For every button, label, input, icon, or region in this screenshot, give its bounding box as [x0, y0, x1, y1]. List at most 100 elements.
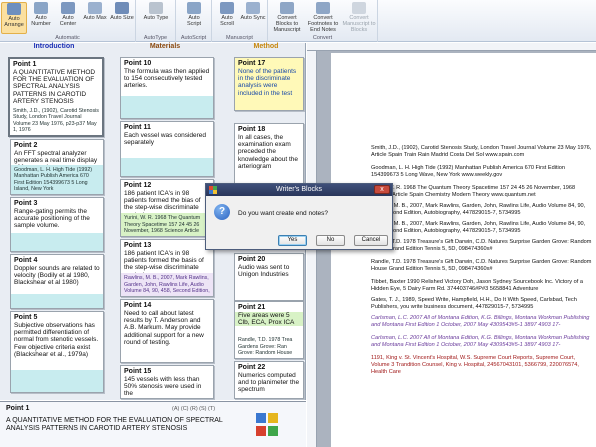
no-button[interactable]: No: [316, 235, 345, 246]
dialog-title-bar: Writer's Blocks x: [206, 184, 392, 196]
block-card-point-21[interactable]: Point 21 Five areas were 5 Clb, ECA, Pro…: [234, 301, 304, 359]
question-icon: ?: [214, 204, 230, 220]
detail-flags[interactable]: (A) (C) (R) (S) (T): [172, 406, 215, 412]
block-title: Point 4: [14, 257, 38, 264]
dialog-title: Writer's Blocks: [276, 186, 322, 193]
ribbon-group-convert: Convert Blocks to Manuscript Convert Foo…: [268, 0, 378, 42]
group-label-automatic: Automatic: [55, 35, 80, 41]
sync-icon: [246, 2, 260, 14]
app-window: Auto Arrange Auto Number Auto Center Aut…: [0, 0, 596, 447]
block-title: Point 13: [124, 242, 152, 249]
auto-type-button[interactable]: Auto Type: [143, 2, 169, 34]
block-title: Point 14: [124, 302, 152, 309]
dialog-close-button[interactable]: x: [374, 185, 390, 194]
block-card-point-17[interactable]: Point 17 None of the patients in the dis…: [234, 57, 304, 111]
reference-entry: Rawlins, M. B., 2007, Mark Rawlins, Gard…: [371, 221, 586, 234]
block-source-empty: [121, 158, 213, 176]
block-title: Point 12: [124, 182, 152, 189]
block-title: Point 2: [14, 142, 38, 149]
block-title: Point 11: [124, 124, 151, 131]
block-title: Point 5: [14, 314, 38, 321]
block-card-point-4[interactable]: Point 4 Doppler sounds are related to ve…: [10, 254, 104, 309]
block-text: The formula was then applied to 154 cons…: [124, 68, 210, 90]
reference-entry: Goodman, L. H. High Tide (1992) Manhatta…: [371, 165, 566, 178]
auto-max-button[interactable]: Auto Max: [82, 2, 108, 34]
max-icon: [88, 2, 102, 14]
auto-number-button[interactable]: Auto Number: [28, 2, 54, 34]
block-source: Smith, J.D., (1902), Carotid Stenosis St…: [10, 106, 102, 135]
convert-blocks-icon: [280, 2, 294, 14]
block-source-empty: [11, 233, 103, 251]
ribbon-group-manuscript: Auto Scroll Auto Sync Manuscript: [212, 0, 268, 42]
ribbon-toolbar: Auto Arrange Auto Number Auto Center Aut…: [0, 0, 596, 42]
block-detail-panel: Point 1 (A) (C) (R) (S) (T) A QUANTITATI…: [0, 401, 306, 447]
block-card-point-3[interactable]: Point 3 Range-gating permits the accurat…: [10, 197, 104, 252]
auto-scroll-button[interactable]: Auto Scroll: [214, 2, 240, 34]
group-label-autoscript: AutoScript: [180, 35, 207, 41]
dialog-message: Do you want create end notes?: [238, 210, 328, 217]
reference-entry: Tibbet, Baxter 1990 Relished Victory Doh…: [371, 279, 583, 292]
block-title: Point 18: [238, 126, 266, 133]
center-icon: [61, 2, 75, 14]
reference-entry: Rawlins, M. B., 2007, Mark Rawlins, Gard…: [371, 203, 586, 216]
block-title: Point 21: [238, 304, 266, 311]
block-card-point-15[interactable]: Point 15 145 vessels with less than 50% …: [120, 365, 214, 399]
column-header-materials: Materials: [149, 43, 181, 50]
convert-manuscript-icon: [352, 2, 366, 14]
block-text: Range-gating permits the accurate positi…: [14, 208, 90, 230]
group-label-convert: Convert: [312, 35, 333, 41]
arrange-icon: [7, 3, 21, 15]
block-title: Point 17: [238, 60, 266, 67]
manuscript-page[interactable]: Smith, J.D., (1902), Carotid Stenosis St…: [331, 53, 596, 447]
reference-entry: Randle, T.D. 1978 Treasure's Gift Darwin…: [371, 259, 592, 272]
block-source: Yurini, W. R. 1968 The Quantum Theory Sp…: [121, 213, 213, 236]
cancel-button[interactable]: Cancel: [354, 235, 388, 246]
group-label-manuscript: Manuscript: [226, 35, 253, 41]
block-source: Goodman, L. H. High Tide (1992) Manhatta…: [11, 165, 103, 194]
arrow-up-icon[interactable]: [256, 413, 266, 423]
block-card-point-5[interactable]: Point 5 Subjective observations has perm…: [10, 311, 104, 393]
block-text: Five areas were 5 Clb, ECA, Prox ICA: [235, 312, 303, 327]
number-icon: [34, 2, 48, 14]
star-icon[interactable]: [268, 413, 278, 423]
block-card-point-1[interactable]: Point 1 A QUANTITATIVE METHOD FOR THE EV…: [8, 57, 104, 137]
reference-entry: Carlsman, L.C. 2007 All of Montana Editi…: [371, 315, 590, 328]
block-card-point-2[interactable]: Point 2 An FFT spectral analyzer generat…: [10, 139, 104, 195]
convert-footnotes-button[interactable]: Convert Footnotes to End Notes: [306, 2, 340, 34]
detail-text-editor[interactable]: A QUANTITATIVE METHOD FOR THE EVALUATION…: [6, 417, 246, 433]
block-card-point-11[interactable]: Point 11 Each vessel was considered sepa…: [120, 121, 214, 177]
block-title: Point 1: [13, 61, 37, 68]
detail-toolbar: [254, 412, 290, 442]
block-card-point-12[interactable]: Point 12 186 patient ICA's in 98 patient…: [120, 179, 214, 237]
block-card-point-13[interactable]: Point 13 186 patient ICA's in 98 patient…: [120, 239, 214, 297]
block-text: 145 vessels with less than 50% stenosis …: [124, 376, 202, 398]
block-source-empty: [121, 96, 213, 118]
arrow-left-icon[interactable]: [256, 426, 266, 436]
block-card-point-14[interactable]: Point 14 Need to call about latest resul…: [120, 299, 214, 363]
block-text: In all cases, the examination exam prece…: [238, 134, 298, 170]
detail-title: Point 1: [6, 405, 30, 412]
auto-size-button[interactable]: Auto Size: [109, 2, 135, 34]
block-card-point-20[interactable]: Point 20 Audio was sent to Unigon Indust…: [234, 253, 304, 301]
auto-script-button[interactable]: Auto Script: [181, 2, 207, 34]
yes-button[interactable]: Yes: [278, 235, 307, 246]
auto-arrange-button[interactable]: Auto Arrange: [1, 2, 27, 34]
convert-footnotes-icon: [316, 2, 330, 14]
reference-entry: Carlsman, L.C. 2007 All of Montana Editi…: [371, 335, 590, 348]
arrow-down-icon[interactable]: [268, 426, 278, 436]
block-title: Point 20: [238, 256, 266, 263]
reference-entry: 1191, King v. St. Vincent's Hospital, W.…: [371, 355, 579, 375]
auto-sync-button[interactable]: Auto Sync: [240, 2, 266, 34]
block-text: A QUANTITATIVE METHOD FOR THE EVALUATION…: [13, 69, 96, 105]
convert-blocks-button[interactable]: Convert Blocks to Manuscript: [270, 2, 304, 34]
reference-entry: Yurini, W. R. 1968 The Quantum Theory Sp…: [371, 185, 576, 198]
group-label-autotype: AutoType: [143, 35, 168, 41]
block-source: Rawlins, M. B., 2007, Mark Rawlins, Gard…: [121, 273, 213, 296]
scroll-icon: [220, 2, 234, 14]
block-card-point-10[interactable]: Point 10 The formula was then applied to…: [120, 57, 214, 119]
block-source-empty: [11, 370, 103, 392]
block-card-point-22[interactable]: Point 22 Numerics computed and to planim…: [234, 361, 304, 399]
ribbon-group-autotype: Auto Type AutoType: [136, 0, 176, 42]
auto-center-button[interactable]: Auto Center: [55, 2, 81, 34]
convert-manuscript-button[interactable]: Convert Manuscript to Blocks: [342, 2, 376, 34]
